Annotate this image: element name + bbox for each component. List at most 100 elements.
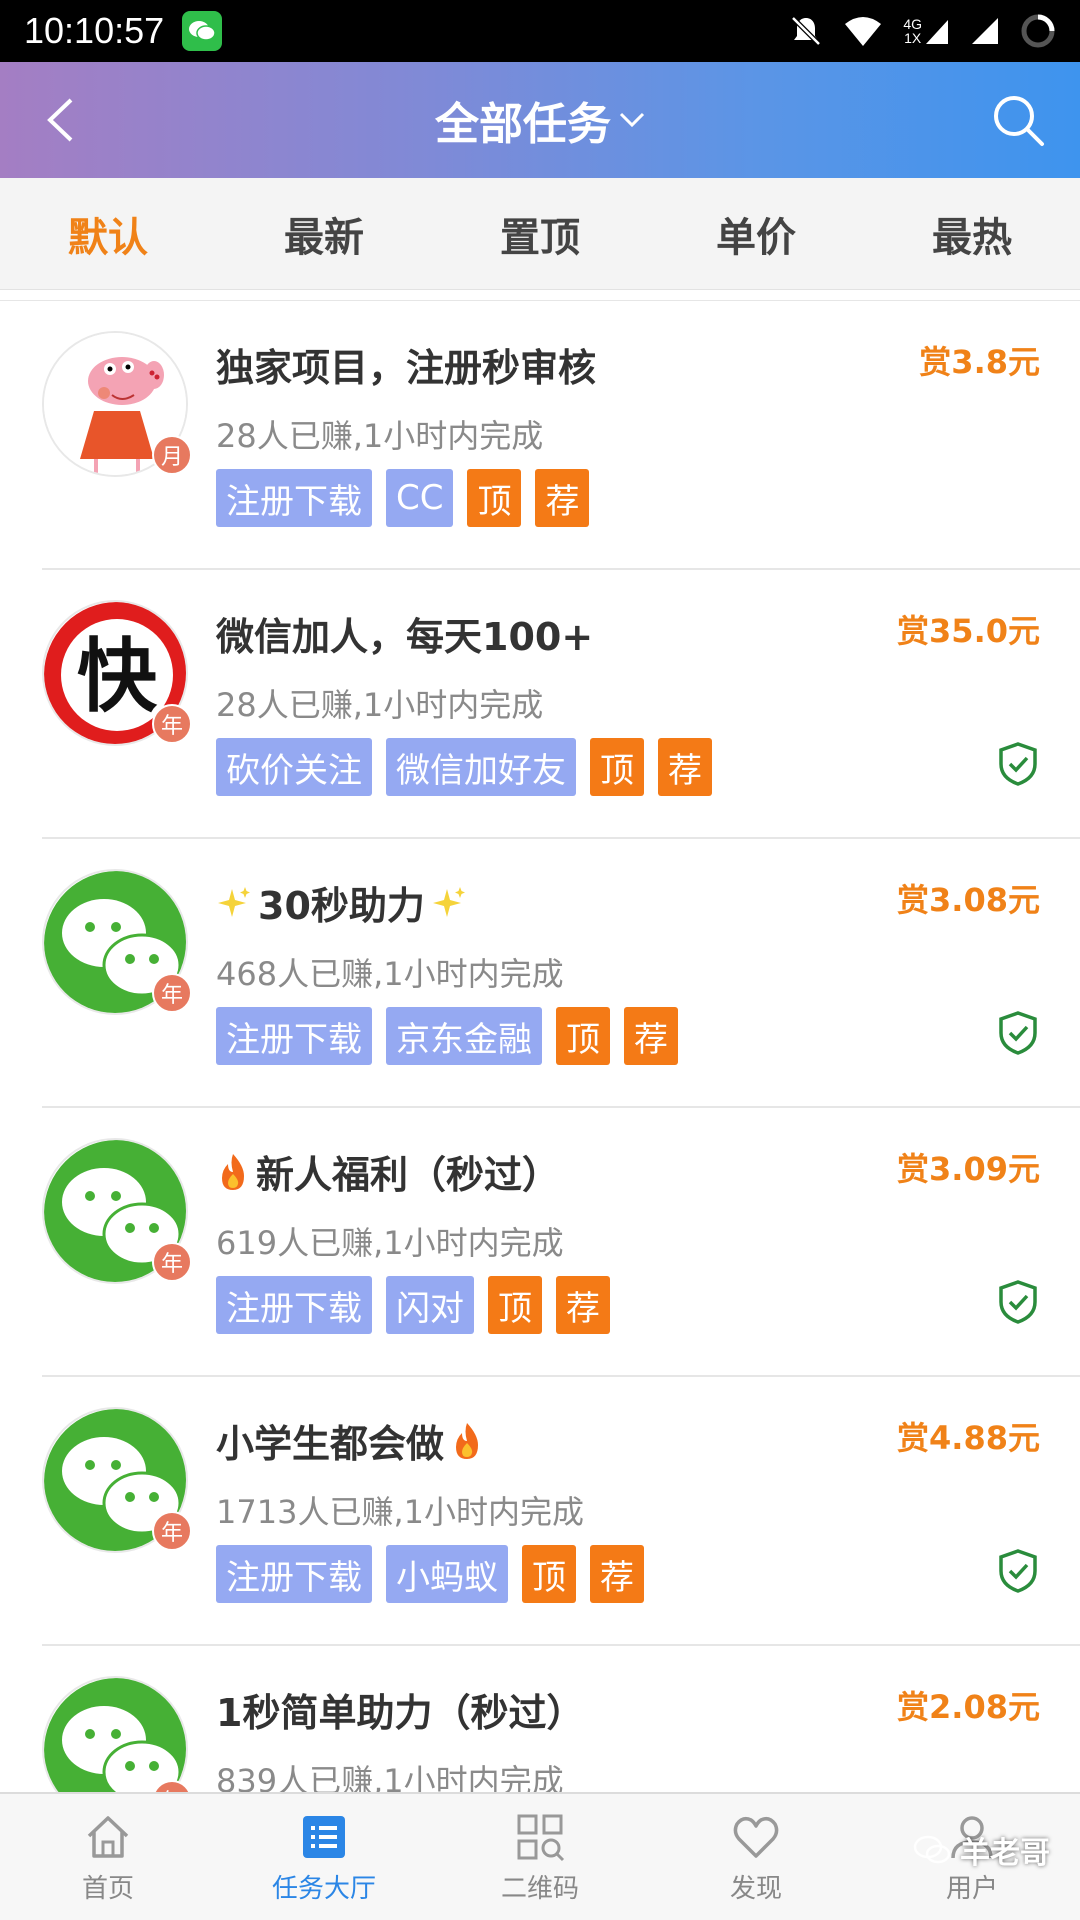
nav-task-hall[interactable]: 任务大厅 xyxy=(216,1794,432,1920)
member-badge: 年 xyxy=(152,1511,192,1551)
task-title: 30秒助力 xyxy=(216,875,467,930)
member-badge: 年 xyxy=(152,1242,192,1282)
tag: 注册下载 xyxy=(216,1545,372,1603)
pinned-tag: 顶 xyxy=(556,1007,610,1065)
watermark: 羊老哥 xyxy=(912,1828,1050,1872)
task-reward: 赏3.09元 xyxy=(897,1150,1040,1188)
recommended-tag: 荐 xyxy=(624,1007,678,1065)
tag: 注册下载 xyxy=(216,469,372,527)
nav-label: 发现 xyxy=(729,1873,782,1904)
status-bar: 10:10:57 4G 1X xyxy=(0,0,1080,62)
back-button[interactable] xyxy=(30,90,90,150)
task-meta: 619人已赚,1小时内完成 xyxy=(216,1224,564,1262)
signal-icon-1 xyxy=(926,20,948,44)
tag: CC xyxy=(386,469,454,527)
nav-label: 二维码 xyxy=(500,1873,579,1904)
wechat-watermark-icon xyxy=(913,1835,951,1864)
verified-shield-icon xyxy=(999,1011,1037,1055)
task-item[interactable]: 年 1秒简单助力（秒过） 839人已赚,1小时内完成 赏2.08元 xyxy=(42,1646,1080,1792)
task-avatar: 快 年 xyxy=(42,600,192,746)
task-reward: 赏35.0元 xyxy=(897,612,1040,650)
nav-label: 首页 xyxy=(81,1873,134,1904)
task-tags: 注册下载 京东金融 顶 荐 xyxy=(216,1007,678,1065)
network-type: 4G 1X xyxy=(903,16,950,46)
mute-icon xyxy=(791,16,822,46)
task-reward: 赏3.08元 xyxy=(897,881,1040,919)
app-header: 全部任务 xyxy=(0,62,1080,178)
tag: 注册下载 xyxy=(216,1276,372,1334)
task-item[interactable]: 月 独家项目，注册秒审核 28人已赚,1小时内完成 注册下载 CC 顶 荐 赏3… xyxy=(42,301,1080,570)
tag: 注册下载 xyxy=(216,1007,372,1065)
wifi-icon xyxy=(845,17,882,46)
task-list-icon xyxy=(297,1810,351,1864)
tag: 砍价关注 xyxy=(216,738,372,796)
task-meta: 1713人已赚,1小时内完成 xyxy=(216,1493,584,1531)
task-reward: 赏2.08元 xyxy=(897,1688,1040,1726)
recommended-tag: 荐 xyxy=(590,1545,644,1603)
sparkle-icon xyxy=(432,886,465,917)
tag: 闪对 xyxy=(386,1276,474,1334)
task-reward: 赏4.88元 xyxy=(897,1419,1040,1457)
pinned-tag: 顶 xyxy=(590,738,644,796)
watermark-text: 羊老哥 xyxy=(960,1836,1050,1871)
tag: 京东金融 xyxy=(386,1007,542,1065)
recommended-tag: 荐 xyxy=(658,738,712,796)
task-avatar: 月 xyxy=(42,331,192,477)
verified-shield-icon xyxy=(999,1280,1037,1324)
tab-pinned[interactable]: 置顶 xyxy=(432,178,648,289)
status-icons: 4G 1X xyxy=(789,13,1056,49)
qrcode-icon xyxy=(513,1810,567,1864)
task-tags: 注册下载 小蚂蚁 顶 荐 xyxy=(216,1545,644,1603)
sparkle-icon xyxy=(218,886,250,917)
recommended-tag: 荐 xyxy=(556,1276,610,1334)
fire-icon xyxy=(222,1153,244,1190)
task-tags: 砍价关注 微信加好友 顶 荐 xyxy=(216,738,712,796)
task-filter-dropdown[interactable]: 全部任务 xyxy=(435,88,645,152)
verified-shield-icon xyxy=(999,1549,1037,1593)
svg-text:快: 快 xyxy=(77,630,158,723)
sort-tabs: 默认 最新 置顶 单价 最热 xyxy=(0,178,1080,290)
member-badge: 月 xyxy=(152,435,192,475)
recommended-tag: 荐 xyxy=(535,469,590,527)
nav-discover[interactable]: 发现 xyxy=(648,1794,864,1920)
page-title: 全部任务 xyxy=(435,99,611,150)
task-item[interactable]: 快 年 微信加人，每天100+ 28人已赚,1小时内完成 砍价关注 微信加好友 … xyxy=(42,570,1080,839)
task-title: 1秒简单助力（秒过） xyxy=(216,1691,585,1735)
back-icon xyxy=(47,98,73,142)
nav-label: 用户 xyxy=(945,1873,998,1904)
task-list[interactable]: 月 独家项目，注册秒审核 28人已赚,1小时内完成 注册下载 CC 顶 荐 赏3… xyxy=(0,300,1080,1792)
task-avatar: 年 xyxy=(42,1138,192,1284)
task-title: 独家项目，注册秒审核 xyxy=(216,346,597,390)
heart-icon xyxy=(729,1810,783,1864)
nav-home[interactable]: 首页 xyxy=(0,1794,216,1920)
task-avatar: 年 xyxy=(42,869,192,1015)
signal-icon-2 xyxy=(972,18,998,44)
task-title: 新人福利（秒过） xyxy=(216,1144,560,1199)
tag: 微信加好友 xyxy=(386,738,576,796)
tab-hottest[interactable]: 最热 xyxy=(864,178,1080,289)
pinned-tag: 顶 xyxy=(522,1545,576,1603)
task-meta: 839人已赚,1小时内完成 xyxy=(216,1762,564,1792)
task-meta: 468人已赚,1小时内完成 xyxy=(216,955,564,993)
task-meta: 28人已赚,1小时内完成 xyxy=(216,686,544,724)
chevron-down-icon xyxy=(619,112,645,128)
tab-default[interactable]: 默认 xyxy=(0,178,216,289)
wechat-logo-avatar xyxy=(42,1676,188,1792)
verified-shield-icon xyxy=(999,742,1037,786)
wechat-notification-icon xyxy=(182,11,223,51)
nav-label: 任务大厅 xyxy=(271,1873,376,1904)
tab-latest[interactable]: 最新 xyxy=(216,178,432,289)
pinned-tag: 顶 xyxy=(467,469,522,527)
task-item[interactable]: 年 小学生都会做 1713人已赚,1小时内完成 注册下载 小蚂蚁 顶 荐 赏4.… xyxy=(42,1377,1080,1646)
pinned-tag: 顶 xyxy=(488,1276,542,1334)
search-button[interactable] xyxy=(986,88,1050,152)
search-icon xyxy=(994,96,1044,146)
battery-icon xyxy=(1021,14,1055,48)
nav-qrcode[interactable]: 二维码 xyxy=(432,1794,648,1920)
task-item[interactable]: 年 新人福利（秒过） 619人已赚,1小时内完成 注册下载 闪对 顶 荐 赏3.… xyxy=(42,1108,1080,1377)
task-item[interactable]: 年 30秒助力 468人已赚,1小时内完成 注册下载 京东金融 顶 荐 赏3.0… xyxy=(42,839,1080,1108)
task-title: 微信加人，每天100+ xyxy=(216,615,594,659)
fire-icon xyxy=(456,1422,479,1459)
tab-unit-price[interactable]: 单价 xyxy=(648,178,864,289)
task-avatar: 年 xyxy=(42,1407,192,1553)
